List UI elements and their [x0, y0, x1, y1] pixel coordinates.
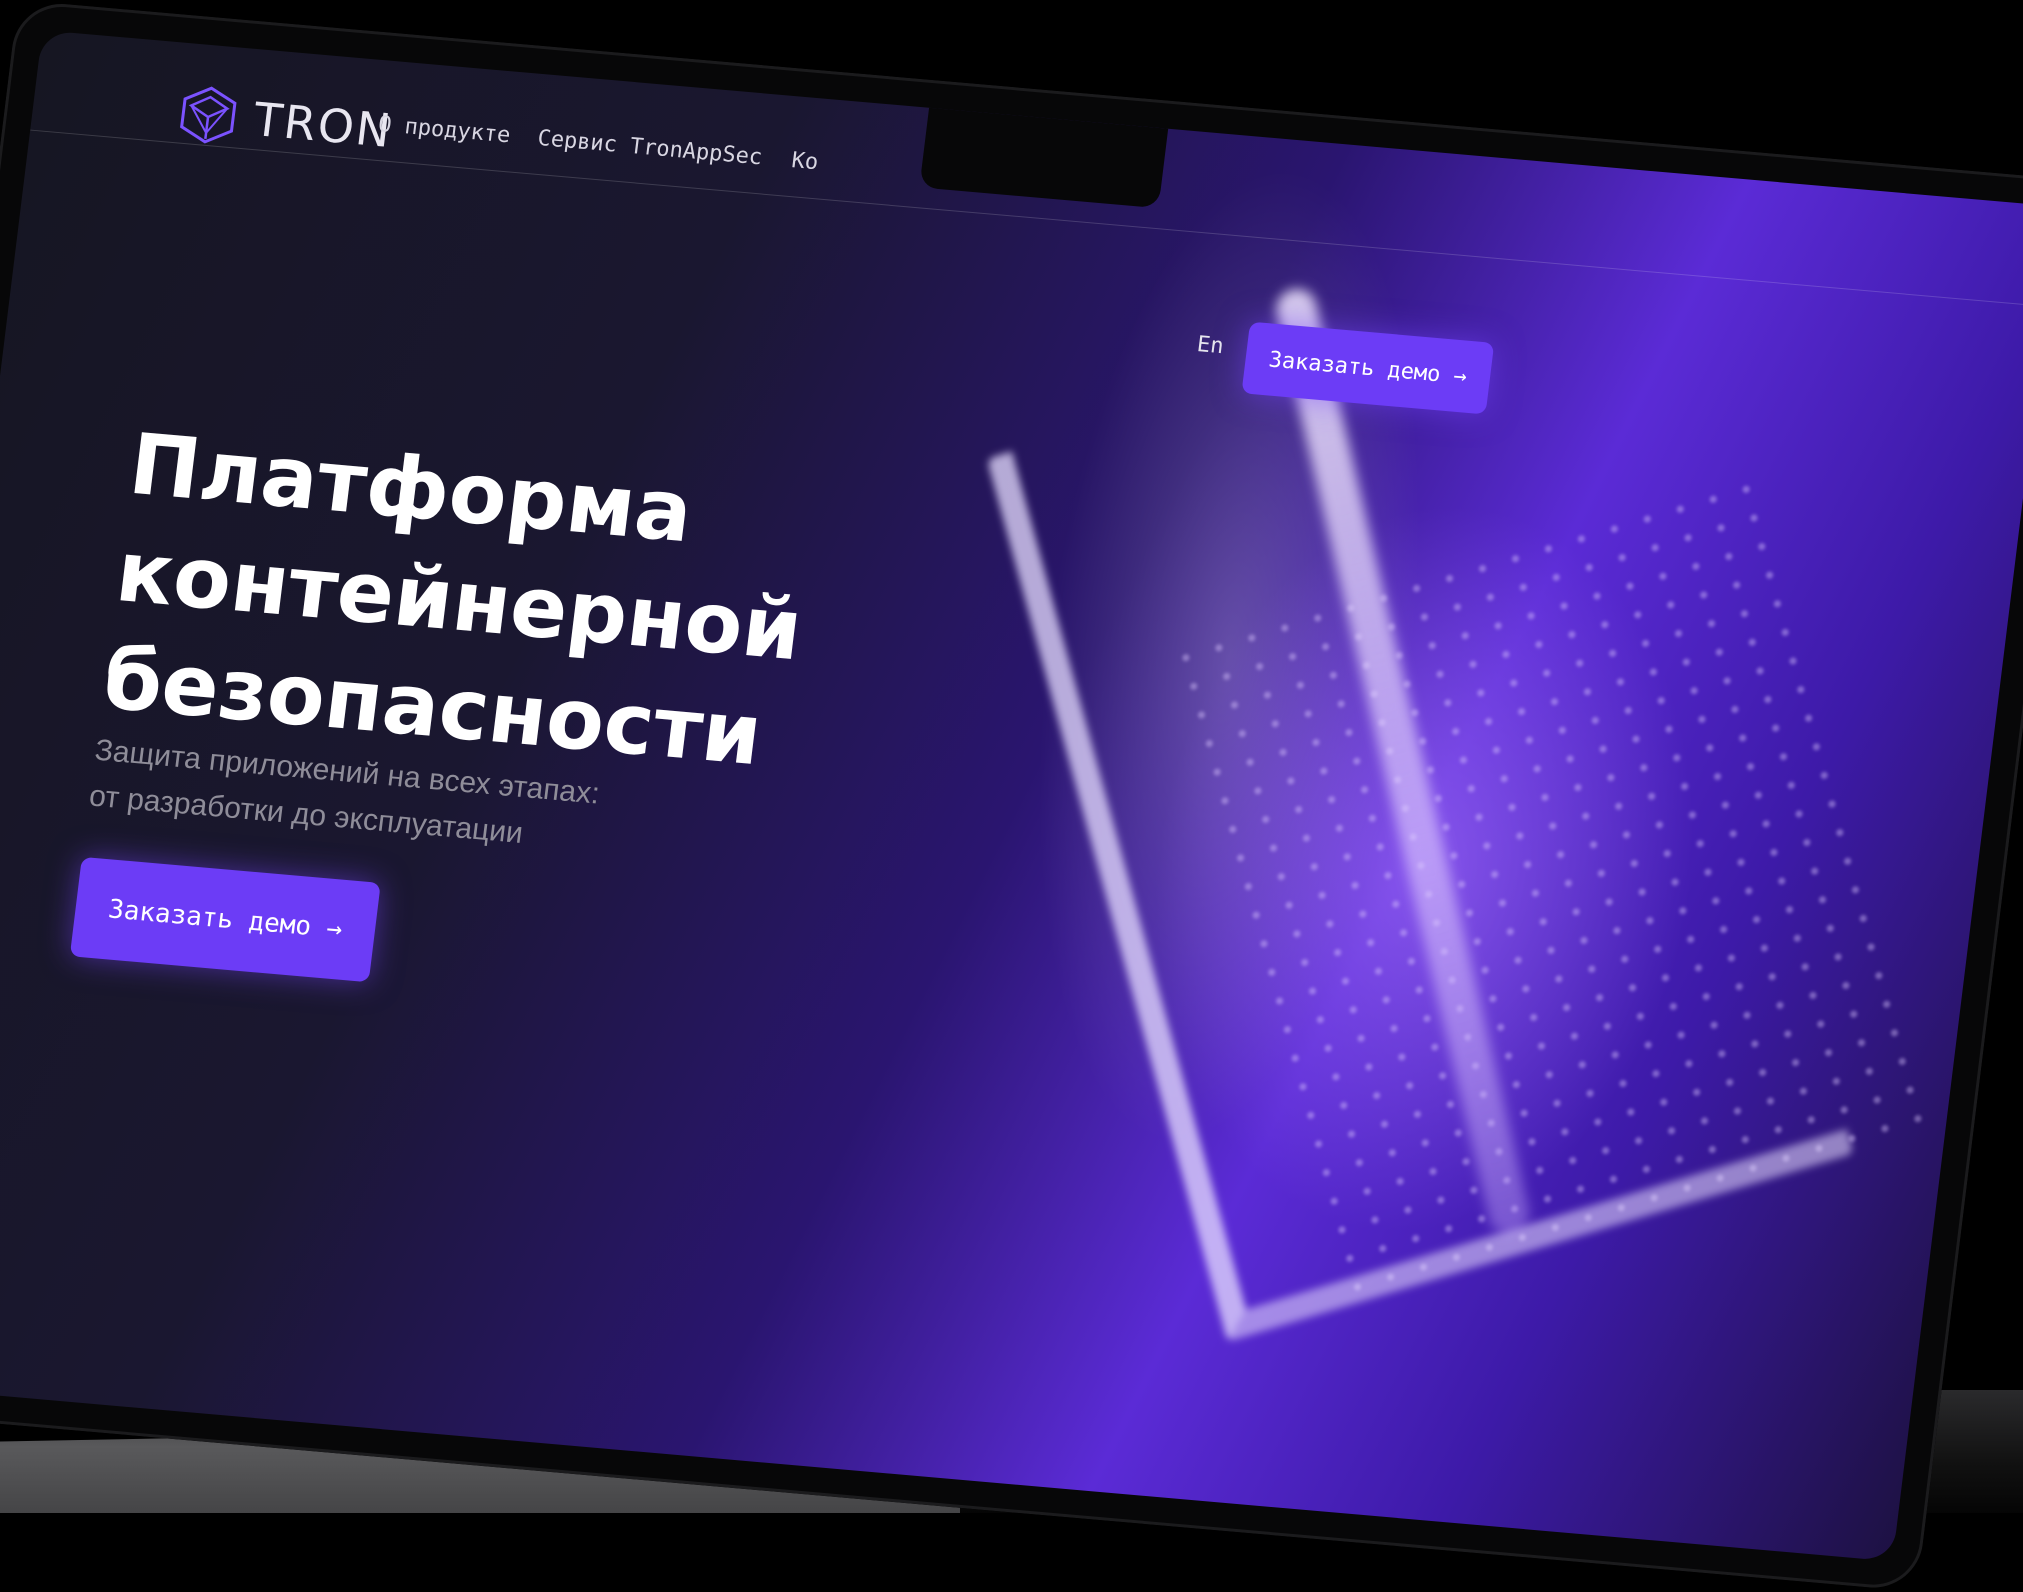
language-switch[interactable]: En: [1196, 332, 1225, 359]
laptop-lid: TRON О продукте Сервис TronAppSec Ко En …: [0, 0, 2023, 1592]
logo[interactable]: TRON: [175, 83, 396, 161]
hero-title: Платформа контейнерной безопасности: [97, 410, 834, 793]
nav-link-about[interactable]: О продукте: [377, 112, 512, 148]
cube-logo-icon: [180, 86, 237, 144]
laptop-screen: TRON О продукте Сервис TronAppSec Ко En …: [0, 30, 2023, 1562]
nav-link-tronappsec[interactable]: Сервис TronAppSec: [536, 126, 763, 170]
camera-notch: [919, 78, 1172, 209]
logo-text: TRON: [250, 92, 396, 158]
order-demo-button-hero[interactable]: Заказать демо →: [69, 856, 381, 983]
nav-link-partial[interactable]: Ко: [790, 148, 819, 175]
